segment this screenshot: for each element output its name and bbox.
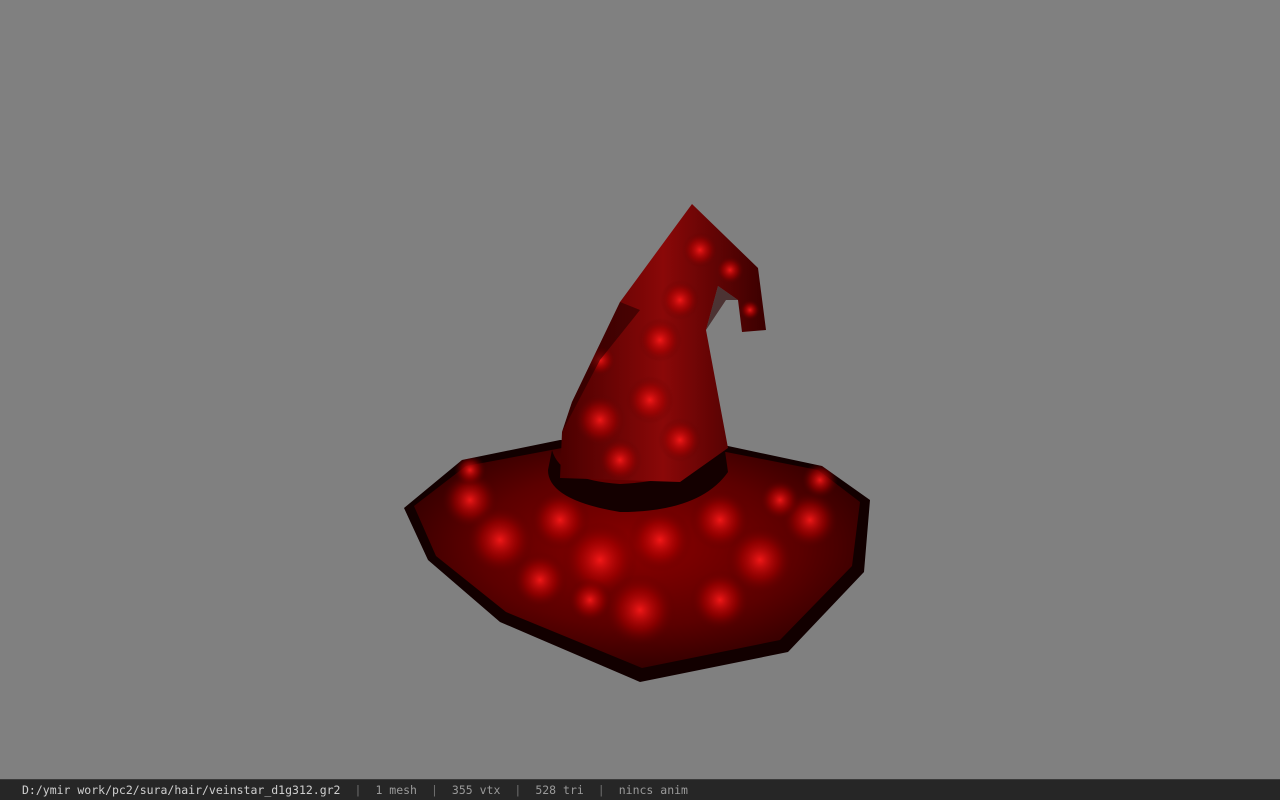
vertex-count-text: 355 vtx [451, 783, 501, 797]
separator: | [514, 783, 522, 797]
separator: | [430, 783, 438, 797]
3d-viewport[interactable] [0, 0, 1280, 779]
separator: | [597, 783, 605, 797]
file-path-text: D:/ymir work/pc2/sura/hair/veinstar_d1g3… [22, 783, 341, 797]
triangle-count-text: 528 tri [535, 783, 584, 797]
witch-hat-model [404, 204, 870, 682]
mesh-count-text: 1 mesh [375, 783, 417, 797]
status-bar: D:/ymir work/pc2/sura/hair/veinstar_d1g3… [0, 779, 1280, 800]
anim-status-text: nincs anim [618, 783, 688, 797]
separator: | [354, 783, 362, 797]
